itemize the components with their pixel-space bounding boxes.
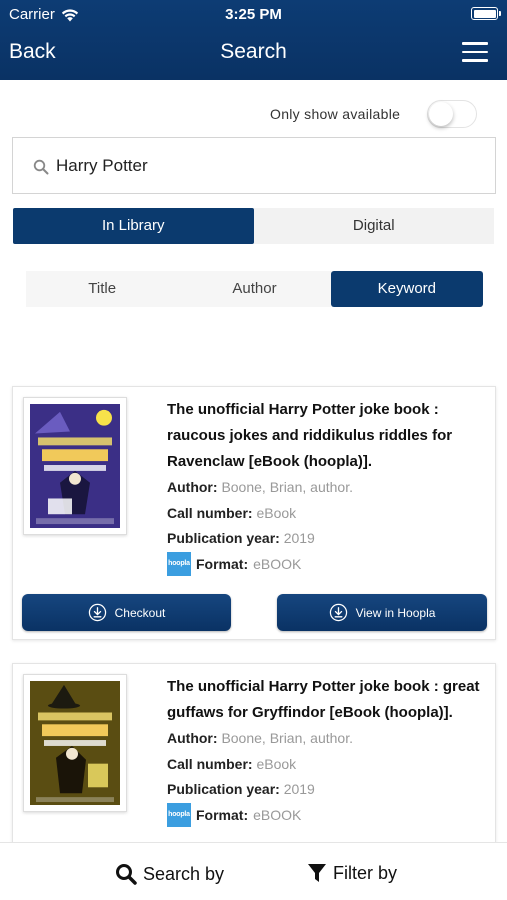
format-row: hoopla Format: eBOOK <box>167 552 487 578</box>
author-row: Author: Boone, Brian, author. <box>167 730 353 746</box>
result-card[interactable]: The unofficial Harry Potter joke book : … <box>12 386 496 640</box>
page-title: Search <box>220 40 287 63</box>
search-icon <box>33 159 49 175</box>
tab-title[interactable]: Title <box>26 271 178 307</box>
call-number-row: Call number: eBook <box>167 755 297 772</box>
result-title[interactable]: The unofficial Harry Potter joke book : … <box>167 397 487 475</box>
hoopla-logo-icon: hoopla <box>167 552 191 577</box>
hamburger-menu-icon[interactable] <box>462 42 488 62</box>
search-type-segmented-control: Title Author Keyword <box>26 271 483 307</box>
tab-author[interactable]: Author <box>178 271 330 307</box>
download-icon <box>329 603 347 622</box>
view-in-hoopla-label: View in Hoopla <box>355 605 436 620</box>
tab-digital[interactable]: Digital <box>254 208 495 244</box>
call-number-row: Call number: eBook <box>167 504 297 521</box>
result-info: The unofficial Harry Potter joke book : … <box>167 674 487 828</box>
search-icon <box>116 864 137 885</box>
author-row: Author: Boone, Brian, author. <box>167 479 353 495</box>
checkout-label: Checkout <box>114 605 166 620</box>
source-segmented-control: In Library Digital <box>13 208 494 244</box>
bottom-toolbar: Search by Filter by <box>0 842 507 900</box>
format-row: hoopla Format: eBOOK <box>167 803 487 829</box>
app-header: Carrier 3:25 PM Back Search <box>0 0 507 80</box>
search-by-label: Search by <box>143 863 225 884</box>
toggle-knob <box>429 102 453 126</box>
tab-keyword[interactable]: Keyword <box>330 271 483 307</box>
result-title[interactable]: The unofficial Harry Potter joke book : … <box>167 674 487 726</box>
search-input[interactable] <box>56 138 476 193</box>
battery-icon <box>471 7 501 20</box>
search-field[interactable] <box>12 137 496 194</box>
filter-by-label: Filter by <box>333 863 398 883</box>
checkout-button[interactable]: Checkout <box>22 594 231 631</box>
hoopla-logo-icon: hoopla <box>167 803 191 828</box>
book-cover[interactable] <box>23 397 127 535</box>
view-in-hoopla-button[interactable]: View in Hoopla <box>277 594 487 631</box>
result-info: The unofficial Harry Potter joke book : … <box>167 397 487 577</box>
publication-year-row: Publication year: 2019 <box>167 530 315 546</box>
clock: 3:25 PM <box>225 6 282 23</box>
publication-year-row: Publication year: 2019 <box>167 781 315 797</box>
book-cover-art <box>30 404 120 528</box>
status-bar: Carrier 3:25 PM <box>0 0 507 28</box>
filter-by-button[interactable]: Filter by <box>307 863 397 884</box>
only-available-toggle[interactable] <box>427 100 477 128</box>
download-icon <box>88 603 106 622</box>
filter-icon <box>308 864 326 882</box>
tab-in-library[interactable]: In Library <box>13 208 254 244</box>
search-by-button[interactable]: Search by <box>115 863 224 885</box>
book-cover-art <box>30 681 120 805</box>
only-available-label: Only show available <box>270 106 401 122</box>
book-cover[interactable] <box>23 674 127 812</box>
